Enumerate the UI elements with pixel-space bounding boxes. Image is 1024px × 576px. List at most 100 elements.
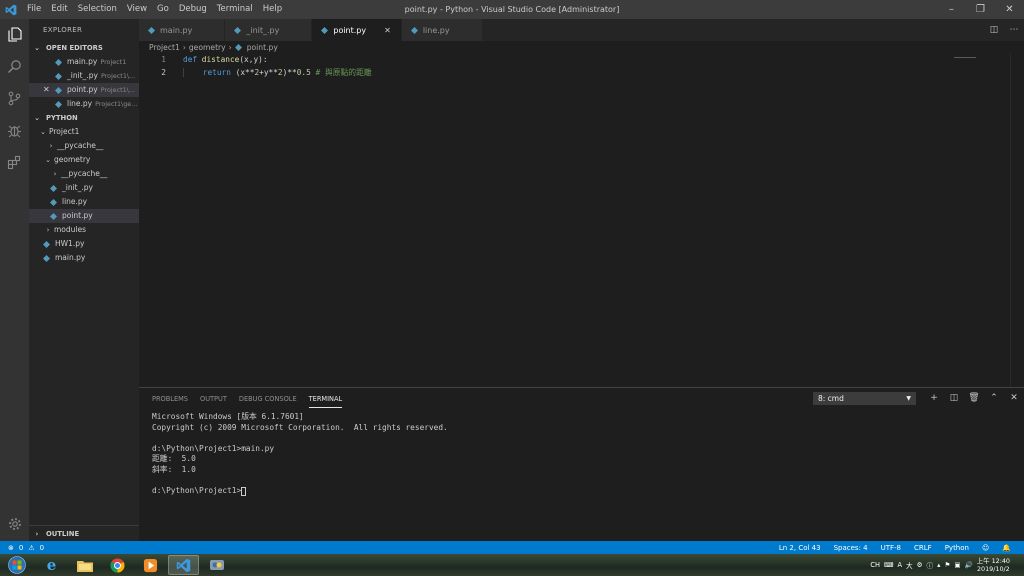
tray-arrow-icon[interactable]: ▴ (937, 561, 940, 569)
maximize-button[interactable]: ❐ (966, 0, 995, 19)
terminal-select[interactable]: 8: cmd ▼ (813, 392, 916, 405)
cursor-position[interactable]: Ln 2, Col 43 (779, 544, 821, 552)
tab-debug-console[interactable]: DEBUG CONSOLE (239, 391, 297, 407)
close-panel-icon[interactable]: ✕ (1004, 392, 1024, 405)
open-editors-header[interactable]: ⌄ OPEN EDITORS (29, 41, 139, 55)
python-file-icon (43, 240, 50, 248)
menu-edit[interactable]: Edit (46, 0, 72, 19)
chevron-up-icon[interactable]: ⌃ (984, 392, 1004, 405)
extensions-icon[interactable] (6, 154, 23, 171)
open-editor-main[interactable]: main.py Project1 (29, 55, 139, 69)
tree-file-line[interactable]: line.py (29, 195, 139, 209)
breadcrumb-item[interactable]: Project1 (149, 41, 180, 54)
problems-status[interactable]: ⊗ 0 ⚠ 0 (0, 544, 44, 552)
tab-main[interactable]: main.py (139, 19, 226, 41)
open-editor-point[interactable]: ✕ point.py Project1\... (29, 83, 139, 97)
search-icon[interactable] (6, 58, 23, 75)
windows-logo-icon (8, 556, 26, 574)
menu-go[interactable]: Go (152, 0, 174, 19)
tree-folder-geo-pycache[interactable]: › __pycache__ (29, 167, 139, 181)
network-icon[interactable]: ▣ (954, 561, 960, 569)
terminal-line: Microsoft Windows [版本 6.1.7601] (152, 412, 304, 421)
menu-debug[interactable]: Debug (174, 0, 212, 19)
taskbar-clock[interactable]: 上午 12:40 2019/10/2 (977, 557, 1014, 573)
open-editor-line[interactable]: line.py Project1\ge... (29, 97, 139, 111)
add-terminal-icon[interactable]: + (924, 392, 944, 405)
menu-view[interactable]: View (122, 0, 152, 19)
taskbar-python[interactable] (201, 555, 232, 575)
tree-folder-pycache[interactable]: › __pycache__ (29, 139, 139, 153)
tab-line[interactable]: line.py (401, 19, 483, 41)
help-icon[interactable]: ⓘ (926, 560, 933, 570)
source-control-icon[interactable] (6, 90, 23, 107)
keyboard-icon[interactable]: ⌨ (884, 561, 894, 569)
tree-file-hw1[interactable]: HW1.py (29, 237, 139, 251)
taskbar-explorer[interactable] (69, 555, 100, 575)
trash-icon[interactable]: 🗑 (964, 392, 984, 405)
tree-file-point[interactable]: point.py (29, 209, 139, 223)
tab-point[interactable]: point.py ✕ (312, 19, 402, 41)
menu-help[interactable]: Help (258, 0, 287, 19)
terminal-output[interactable]: Microsoft Windows [版本 6.1.7601] Copyrigh… (139, 410, 1024, 497)
chinese-input-icon[interactable]: 大 (906, 560, 913, 570)
open-editor-path: Project1\... (100, 72, 136, 80)
workspace-label: PYTHON (46, 114, 78, 122)
font-size-icon[interactable]: A (897, 561, 902, 569)
start-button[interactable] (0, 555, 34, 575)
explorer-icon[interactable] (6, 26, 23, 43)
split-terminal-icon[interactable]: ◫ (944, 392, 964, 405)
indentation[interactable]: Spaces: 4 (834, 544, 868, 552)
tree-folder-project1[interactable]: ⌄ Project1 (29, 125, 139, 139)
language-mode[interactable]: Python (945, 544, 969, 552)
tree-file-main[interactable]: main.py (29, 251, 139, 265)
debug-icon[interactable] (6, 122, 23, 139)
bell-icon[interactable]: 🔔 (1002, 544, 1011, 552)
taskbar-chrome[interactable] (102, 555, 133, 575)
tab-terminal[interactable]: TERMINAL (308, 391, 343, 408)
breadcrumb-item[interactable]: point.py (247, 41, 278, 54)
taskbar-ie[interactable]: e (36, 555, 67, 575)
code-editor[interactable]: 1 def distance(x,y): 2 return (x**2+y**2… (139, 54, 1024, 79)
close-icon[interactable]: ✕ (43, 83, 55, 97)
settings-icon[interactable]: ⚙ (917, 561, 923, 569)
python-file-icon (234, 44, 242, 51)
tab-problems[interactable]: PROBLEMS (152, 391, 188, 407)
file-label: HW1.py (55, 239, 85, 248)
tab-init[interactable]: _init_.py (225, 19, 313, 41)
close-icon[interactable]: ✕ (384, 26, 391, 35)
ime-indicator[interactable]: CH (870, 561, 880, 569)
panel-tabs: PROBLEMS OUTPUT DEBUG CONSOLE TERMINAL 8… (139, 388, 1024, 410)
volume-icon[interactable]: 🔊 (965, 561, 973, 569)
menu-terminal[interactable]: Terminal (212, 0, 258, 19)
breadcrumb-item[interactable]: geometry (189, 41, 226, 54)
workspace-header[interactable]: ⌄ PYTHON (29, 111, 139, 125)
menu-selection[interactable]: Selection (73, 0, 122, 19)
open-editor-name: main.py (67, 57, 98, 66)
minimize-button[interactable]: – (937, 0, 966, 19)
vscode-logo-icon (176, 558, 191, 572)
python-file-icon (50, 212, 57, 220)
smiley-icon[interactable]: ☺ (982, 544, 989, 552)
split-editor-icon[interactable]: ◫ (984, 25, 1004, 35)
tree-folder-modules[interactable]: › modules (29, 223, 139, 237)
outline-header[interactable]: › OUTLINE (29, 525, 139, 541)
tree-folder-geometry[interactable]: ⌄ geometry (29, 153, 139, 167)
open-editor-init[interactable]: _init_.py Project1\... (29, 69, 139, 83)
editor-tabs: main.py _init_.py point.py ✕ line.py ◫ ⋯ (139, 19, 1024, 41)
menu-file[interactable]: File (22, 0, 46, 19)
tree-file-init[interactable]: _init_.py (29, 181, 139, 195)
tab-output[interactable]: OUTPUT (200, 391, 227, 407)
close-window-button[interactable]: ✕ (995, 0, 1024, 19)
taskbar-vscode[interactable] (168, 555, 199, 575)
folder-label: geometry (54, 155, 91, 164)
minimap[interactable] (954, 57, 976, 58)
gear-icon[interactable] (6, 515, 23, 532)
file-label: _init_.py (62, 183, 93, 192)
line-ending[interactable]: CRLF (914, 544, 932, 552)
flag-icon[interactable]: ⚑ (944, 561, 950, 569)
encoding[interactable]: UTF-8 (881, 544, 901, 552)
window-controls: – ❐ ✕ (937, 0, 1024, 19)
taskbar-media-player[interactable] (135, 555, 166, 575)
editor-scrollbar[interactable] (1010, 54, 1024, 387)
more-actions-icon[interactable]: ⋯ (1004, 25, 1024, 35)
